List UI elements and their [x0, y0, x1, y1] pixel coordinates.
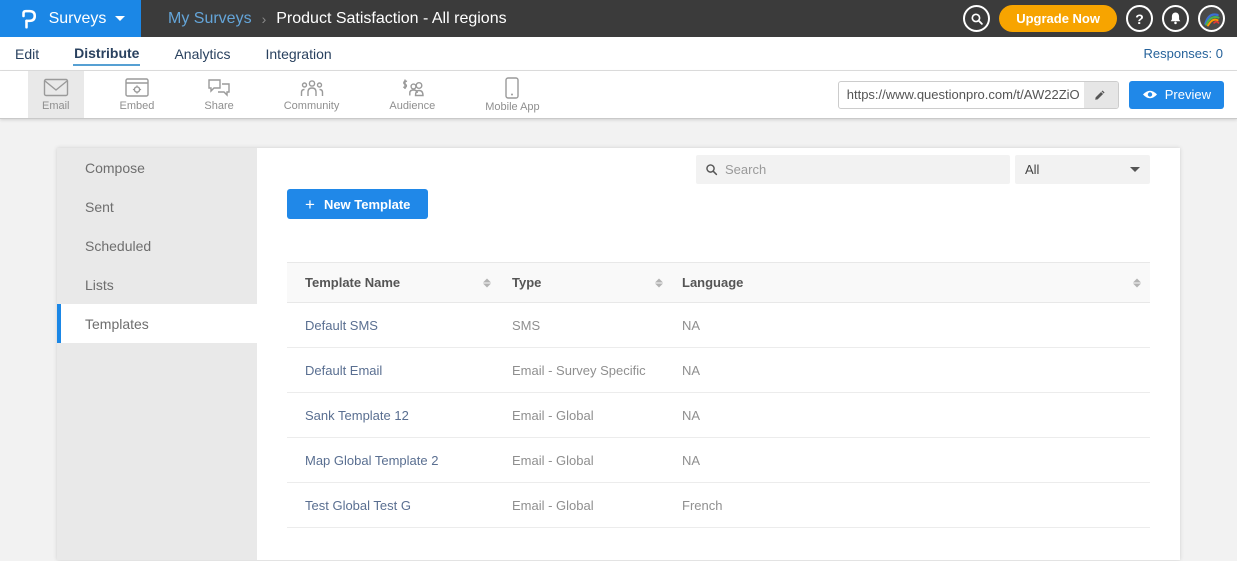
- edit-url-button[interactable]: [1084, 82, 1118, 108]
- upgrade-now-button[interactable]: Upgrade Now: [999, 5, 1117, 32]
- sort-icon: [1133, 278, 1141, 287]
- chevron-down-icon: [1130, 167, 1140, 172]
- filter-selected-value: All: [1025, 162, 1039, 177]
- tab-integration[interactable]: Integration: [265, 43, 333, 65]
- table-row: Default Email Email - Survey Specific NA: [287, 348, 1150, 393]
- template-name-link[interactable]: Sank Template 12: [287, 393, 500, 438]
- template-language: French: [672, 483, 1150, 528]
- template-type: Email - Survey Specific: [500, 348, 672, 393]
- template-search-box: [696, 155, 1010, 184]
- top-bar: Surveys My Surveys › Product Satisfactio…: [0, 0, 1237, 37]
- template-language: NA: [672, 438, 1150, 483]
- community-icon: [299, 78, 325, 98]
- channel-tabs: Email Embed Share: [28, 71, 576, 118]
- tab-analytics[interactable]: Analytics: [173, 43, 231, 65]
- chevron-down-icon: [115, 16, 125, 21]
- column-header-template-name[interactable]: Template Name: [287, 263, 500, 303]
- email-sidebar: Compose Sent Scheduled Lists Templates: [57, 148, 257, 560]
- table-header-row: Template Name Type Language: [287, 263, 1150, 303]
- questionpro-logo-icon: [16, 6, 40, 32]
- survey-url-box: [838, 81, 1119, 109]
- topbar-actions: Upgrade Now ?: [963, 5, 1237, 32]
- responses-count[interactable]: Responses: 0: [1144, 46, 1224, 61]
- product-name: Surveys: [49, 10, 107, 28]
- search-icon: [970, 12, 984, 26]
- email-distribute-card: Compose Sent Scheduled Lists Templates A…: [57, 148, 1180, 560]
- template-language: NA: [672, 393, 1150, 438]
- template-search-input[interactable]: [725, 162, 1001, 177]
- template-name-link[interactable]: Map Global Template 2: [287, 438, 500, 483]
- template-language: NA: [672, 303, 1150, 348]
- template-filter-dropdown[interactable]: All: [1015, 155, 1150, 184]
- tab-edit[interactable]: Edit: [14, 43, 40, 65]
- column-header-type[interactable]: Type: [500, 263, 672, 303]
- template-name-link[interactable]: Default Email: [287, 348, 500, 393]
- templates-table: Template Name Type Language: [287, 262, 1150, 528]
- audience-icon: [399, 78, 425, 98]
- question-mark-icon: ?: [1135, 11, 1144, 27]
- channel-email[interactable]: Email: [28, 71, 84, 118]
- channel-embed[interactable]: Embed: [106, 71, 169, 118]
- channel-audience[interactable]: Audience: [375, 71, 449, 118]
- sidebar-item-sent[interactable]: Sent: [57, 187, 257, 226]
- eye-icon: [1142, 89, 1158, 100]
- sidebar-item-lists[interactable]: Lists: [57, 265, 257, 304]
- template-type: Email - Global: [500, 483, 672, 528]
- template-type: Email - Global: [500, 393, 672, 438]
- template-type: SMS: [500, 303, 672, 348]
- breadcrumb: My Surveys › Product Satisfaction - All …: [168, 10, 507, 28]
- share-icon: [207, 78, 231, 98]
- table-row: Map Global Template 2 Email - Global NA: [287, 438, 1150, 483]
- help-button[interactable]: ?: [1126, 5, 1153, 32]
- table-row: Test Global Test G Email - Global French: [287, 483, 1150, 528]
- user-avatar[interactable]: [1198, 5, 1225, 32]
- preview-button[interactable]: Preview: [1129, 81, 1224, 109]
- channel-share[interactable]: Share: [190, 71, 247, 118]
- search-button[interactable]: [963, 5, 990, 32]
- page-background: Compose Sent Scheduled Lists Templates A…: [0, 119, 1237, 560]
- sidebar-item-compose[interactable]: Compose: [57, 148, 257, 187]
- breadcrumb-separator-icon: ›: [262, 11, 267, 27]
- mobile-app-icon: [505, 77, 519, 99]
- sidebar-item-templates[interactable]: Templates: [57, 304, 257, 343]
- email-icon: [43, 78, 69, 98]
- pencil-icon: [1094, 88, 1107, 101]
- survey-url-input[interactable]: [839, 82, 1084, 108]
- new-template-button[interactable]: + New Template: [287, 189, 428, 219]
- survey-nav: Edit Distribute Analytics Integration Re…: [0, 37, 1237, 71]
- table-row: Default SMS SMS NA: [287, 303, 1150, 348]
- page-title: Product Satisfaction - All regions: [276, 10, 506, 28]
- breadcrumb-my-surveys[interactable]: My Surveys: [168, 10, 252, 28]
- template-controls: All: [287, 155, 1150, 184]
- search-icon: [705, 163, 718, 176]
- plus-icon: +: [305, 196, 315, 213]
- avatar-logo-icon: [1201, 8, 1222, 29]
- channel-mobile-app[interactable]: Mobile App: [471, 71, 553, 118]
- embed-icon: [125, 78, 149, 98]
- bell-icon: [1168, 11, 1183, 26]
- template-name-link[interactable]: Default SMS: [287, 303, 500, 348]
- channel-community[interactable]: Community: [270, 71, 354, 118]
- tab-distribute[interactable]: Distribute: [73, 42, 140, 66]
- notifications-button[interactable]: [1162, 5, 1189, 32]
- column-header-language[interactable]: Language: [672, 263, 1150, 303]
- template-type: Email - Global: [500, 438, 672, 483]
- sort-icon: [483, 278, 491, 287]
- table-row: Sank Template 12 Email - Global NA: [287, 393, 1150, 438]
- distribute-toolbar: Email Embed Share: [0, 71, 1237, 119]
- sort-icon: [655, 278, 663, 287]
- sidebar-item-scheduled[interactable]: Scheduled: [57, 226, 257, 265]
- product-switcher[interactable]: Surveys: [0, 0, 141, 37]
- template-name-link[interactable]: Test Global Test G: [287, 483, 500, 528]
- templates-panel: All + New Template Template Name: [257, 148, 1180, 560]
- template-language: NA: [672, 348, 1150, 393]
- toolbar-right: Preview: [838, 71, 1237, 118]
